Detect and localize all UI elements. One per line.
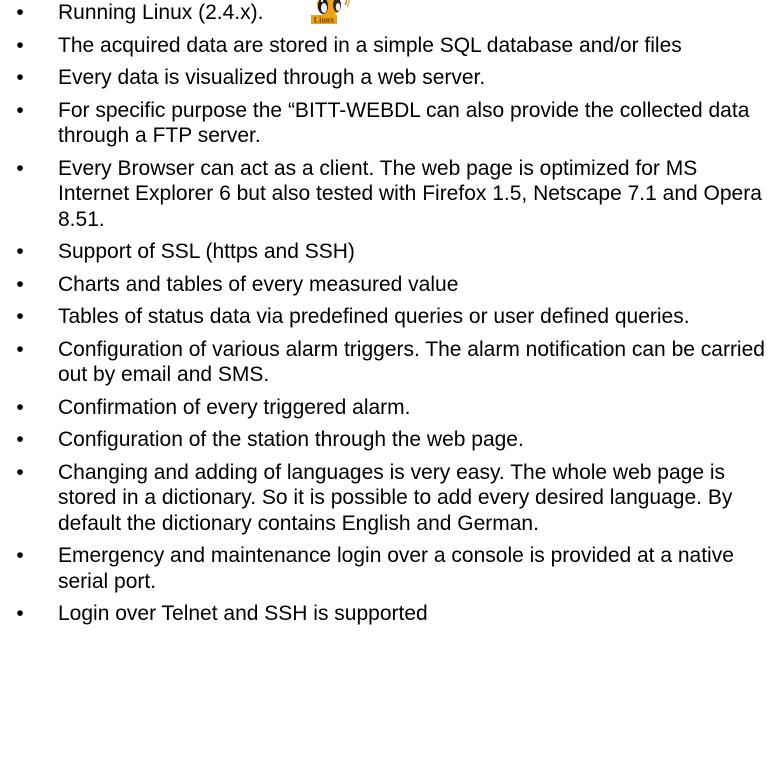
feature-list: • Running Linux (2.4.x). Linux • The acq… <box>10 0 770 634</box>
list-item-text: Running Linux (2.4.x). <box>58 1 264 24</box>
first-item-line: Running Linux (2.4.x). Linux <box>58 0 770 26</box>
bullet-icon: • <box>16 98 24 122</box>
list-item: • The acquired data are stored in a simp… <box>10 33 770 59</box>
bullet-icon: • <box>16 337 24 361</box>
linux-logo-graphic: Linux <box>307 0 352 25</box>
list-item-text: Charts and tables of every measured valu… <box>58 272 459 296</box>
linux-penguin-logo-icon: Linux <box>307 0 352 25</box>
list-item-text: Login over Telnet and SSH is supported <box>58 602 428 625</box>
list-item: • Tables of status data via predefined q… <box>10 304 770 330</box>
bullet-icon: • <box>16 66 24 89</box>
list-item: • For specific purpose the “BITT-WEBDL c… <box>10 98 770 149</box>
bullet-icon: • <box>16 460 24 484</box>
list-item: • Running Linux (2.4.x). Linux <box>10 0 770 26</box>
list-item: • Emergency and maintenance login over a… <box>10 543 770 594</box>
list-item-text: Changing and adding of languages is very… <box>58 460 733 535</box>
list-item: • Support of SSL (https and SSH) <box>10 239 770 265</box>
list-item: • Configuration of various alarm trigger… <box>10 337 770 388</box>
list-item-text: Configuration of the station through the… <box>58 428 524 451</box>
bullet-icon: • <box>16 428 24 451</box>
bullet-icon: • <box>16 602 24 625</box>
list-item: • Configuration of the station through t… <box>10 427 770 453</box>
document-page: • Running Linux (2.4.x). Linux • The acq… <box>0 0 776 760</box>
list-item: • Confirmation of every triggered alarm. <box>10 395 770 421</box>
bullet-icon: • <box>16 305 24 328</box>
bullet-icon: • <box>16 544 24 567</box>
bullet-icon: • <box>16 272 24 296</box>
list-item-text: Confirmation of every triggered alarm. <box>58 395 411 419</box>
bullet-icon: • <box>16 395 24 419</box>
list-item: • Login over Telnet and SSH is supported <box>10 601 770 627</box>
bullet-icon: • <box>16 240 24 263</box>
list-item: • Changing and adding of languages is ve… <box>10 460 770 537</box>
list-item-text: Support of SSL (https and SSH) <box>58 240 355 263</box>
list-item-text: Emergency and maintenance login over a c… <box>58 544 734 593</box>
list-item-text: For specific purpose the “BITT-WEBDL can… <box>58 98 750 148</box>
bullet-icon: • <box>16 1 24 24</box>
bullet-icon: • <box>16 33 24 57</box>
list-item-text: Every Browser can act as a client. The w… <box>58 156 762 231</box>
list-item-text: Configuration of various alarm triggers.… <box>58 337 765 387</box>
list-item: • Every Browser can act as a client. The… <box>10 156 770 233</box>
list-item: • Every data is visualized through a web… <box>10 65 770 91</box>
list-item: • Charts and tables of every measured va… <box>10 272 770 298</box>
bullet-icon: • <box>16 156 24 180</box>
logo-text: Linux <box>314 16 334 25</box>
list-item-text: The acquired data are stored in a simple… <box>58 33 682 57</box>
list-item-text: Tables of status data via predefined que… <box>58 305 690 328</box>
list-item-text: Every data is visualized through a web s… <box>58 66 486 89</box>
